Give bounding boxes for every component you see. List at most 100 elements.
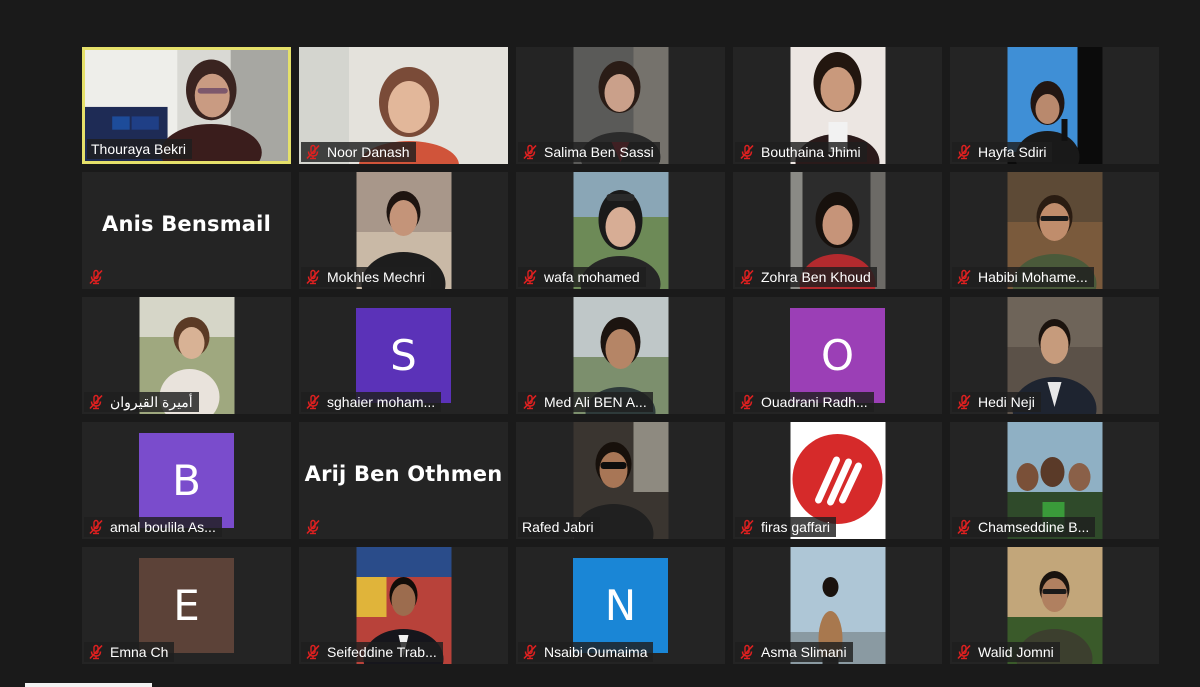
participant-tile[interactable]: Bouthaina Jhimi [733,47,942,164]
microphone-muted-icon [88,644,104,660]
microphone-muted-icon [522,144,538,160]
microphone-muted-icon [305,144,321,160]
participant-name: Nsaibi Oumaima [544,644,648,660]
participant-tile[interactable]: Walid Jomni [950,547,1159,664]
microphone-muted-icon [956,519,972,535]
participant-name-label: Asma Slimani [735,642,853,662]
microphone-muted-icon [739,394,755,410]
participant-name: wafa mohamed [544,269,640,285]
microphone-muted-icon [305,394,321,410]
participant-name: Habibi Mohame... [978,269,1088,285]
participant-name: amal boulila As... [110,519,216,535]
participant-name-label [84,267,116,287]
participant-tile[interactable]: Thouraya Bekri [82,47,291,164]
participant-tile[interactable]: Med Ali BEN A... [516,297,725,414]
participant-tile[interactable]: B amal boulila As... [82,422,291,539]
participant-tile[interactable]: Chamseddine B... [950,422,1159,539]
participant-name-label: Med Ali BEN A... [518,392,653,412]
participant-name-label: Zohra Ben Khoud [735,267,877,287]
microphone-muted-icon [305,269,321,285]
participant-name-label: Habibi Mohame... [952,267,1094,287]
microphone-muted-icon [739,269,755,285]
microphone-muted-icon [739,144,755,160]
participant-name: Mokhles Mechri [327,269,426,285]
participant-tile[interactable]: wafa mohamed [516,172,725,289]
participant-name-label: Hedi Neji [952,392,1041,412]
participant-tile[interactable]: Salima Ben Sassi [516,47,725,164]
participant-tile[interactable]: firas gaffari [733,422,942,539]
participant-tile[interactable]: Noor Danash [299,47,508,164]
participant-name: Walid Jomni [978,644,1054,660]
participant-name-label [301,517,333,537]
participant-name: Emna Ch [110,644,169,660]
participant-name: Thouraya Bekri [91,141,186,157]
participant-name-label: Rafed Jabri [518,517,600,537]
participant-name: Noor Danash [327,144,410,160]
microphone-muted-icon [88,394,104,410]
participant-tile[interactable]: Zohra Ben Khoud [733,172,942,289]
participant-name: Salima Ben Sassi [544,144,654,160]
microphone-muted-icon [305,519,321,535]
participant-tile[interactable]: أميرة القيروان [82,297,291,414]
participant-avatar: S [356,308,451,403]
participant-tile[interactable]: Habibi Mohame... [950,172,1159,289]
microphone-muted-icon [739,519,755,535]
participant-name: Seifeddine Trab... [327,644,437,660]
microphone-muted-icon [956,144,972,160]
microphone-muted-icon [956,644,972,660]
participant-avatar: O [790,308,885,403]
participant-tile[interactable]: E Emna Ch [82,547,291,664]
participant-name: Hedi Neji [978,394,1035,410]
participant-name-label: Walid Jomni [952,642,1060,662]
participant-name: Chamseddine B... [978,519,1090,535]
participant-tile[interactable]: Arij Ben Othmen [299,422,508,539]
participant-avatar: E [139,558,234,653]
participant-tile[interactable]: O Ouadrani Radh... [733,297,942,414]
microphone-muted-icon [956,394,972,410]
participant-tile[interactable]: Asma Slimani [733,547,942,664]
participant-name: sghaier moham... [327,394,436,410]
microphone-muted-icon [305,644,321,660]
microphone-muted-icon [956,269,972,285]
microphone-muted-icon [522,269,538,285]
participant-name: Hayfa Sdiri [978,144,1047,160]
window-edge-bar [25,683,152,687]
participant-name: أميرة القيروان [110,394,193,410]
participant-tile[interactable]: Hayfa Sdiri [950,47,1159,164]
participant-name-label: firas gaffari [735,517,836,537]
participant-tile[interactable]: Seifeddine Trab... [299,547,508,664]
participant-name: Ouadrani Radh... [761,394,868,410]
participant-name-label: Noor Danash [301,142,416,162]
participant-tile[interactable]: Rafed Jabri [516,422,725,539]
participant-name-label: Mokhles Mechri [301,267,432,287]
participant-tile[interactable]: Anis Bensmail [82,172,291,289]
participant-name: Asma Slimani [761,644,847,660]
participant-name-label: wafa mohamed [518,267,646,287]
participant-tile[interactable]: N Nsaibi Oumaima [516,547,725,664]
participant-tile[interactable]: Mokhles Mechri [299,172,508,289]
participant-name-label: amal boulila As... [84,517,222,537]
participant-name-label: Nsaibi Oumaima [518,642,654,662]
participant-tile[interactable]: Hedi Neji [950,297,1159,414]
participant-name: Bouthaina Jhimi [761,144,861,160]
participant-name-label: Seifeddine Trab... [301,642,443,662]
microphone-muted-icon [88,269,104,285]
participant-name-label: Thouraya Bekri [87,139,192,159]
participant-tile[interactable]: S sghaier moham... [299,297,508,414]
participant-name-label: Ouadrani Radh... [735,392,874,412]
participant-name: Med Ali BEN A... [544,394,647,410]
participant-name: firas gaffari [761,519,830,535]
microphone-muted-icon [88,519,104,535]
participant-name-label: Hayfa Sdiri [952,142,1053,162]
participant-name: Zohra Ben Khoud [761,269,871,285]
participant-display-name: Arij Ben Othmen [304,462,503,486]
participant-avatar: B [139,433,234,528]
participant-name: Rafed Jabri [522,519,594,535]
participant-name-label: Emna Ch [84,642,175,662]
microphone-muted-icon [522,394,538,410]
participant-name-label: Salima Ben Sassi [518,142,660,162]
participant-avatar: N [573,558,668,653]
microphone-muted-icon [522,644,538,660]
microphone-muted-icon [739,644,755,660]
participant-name-label: أميرة القيروان [84,392,199,412]
